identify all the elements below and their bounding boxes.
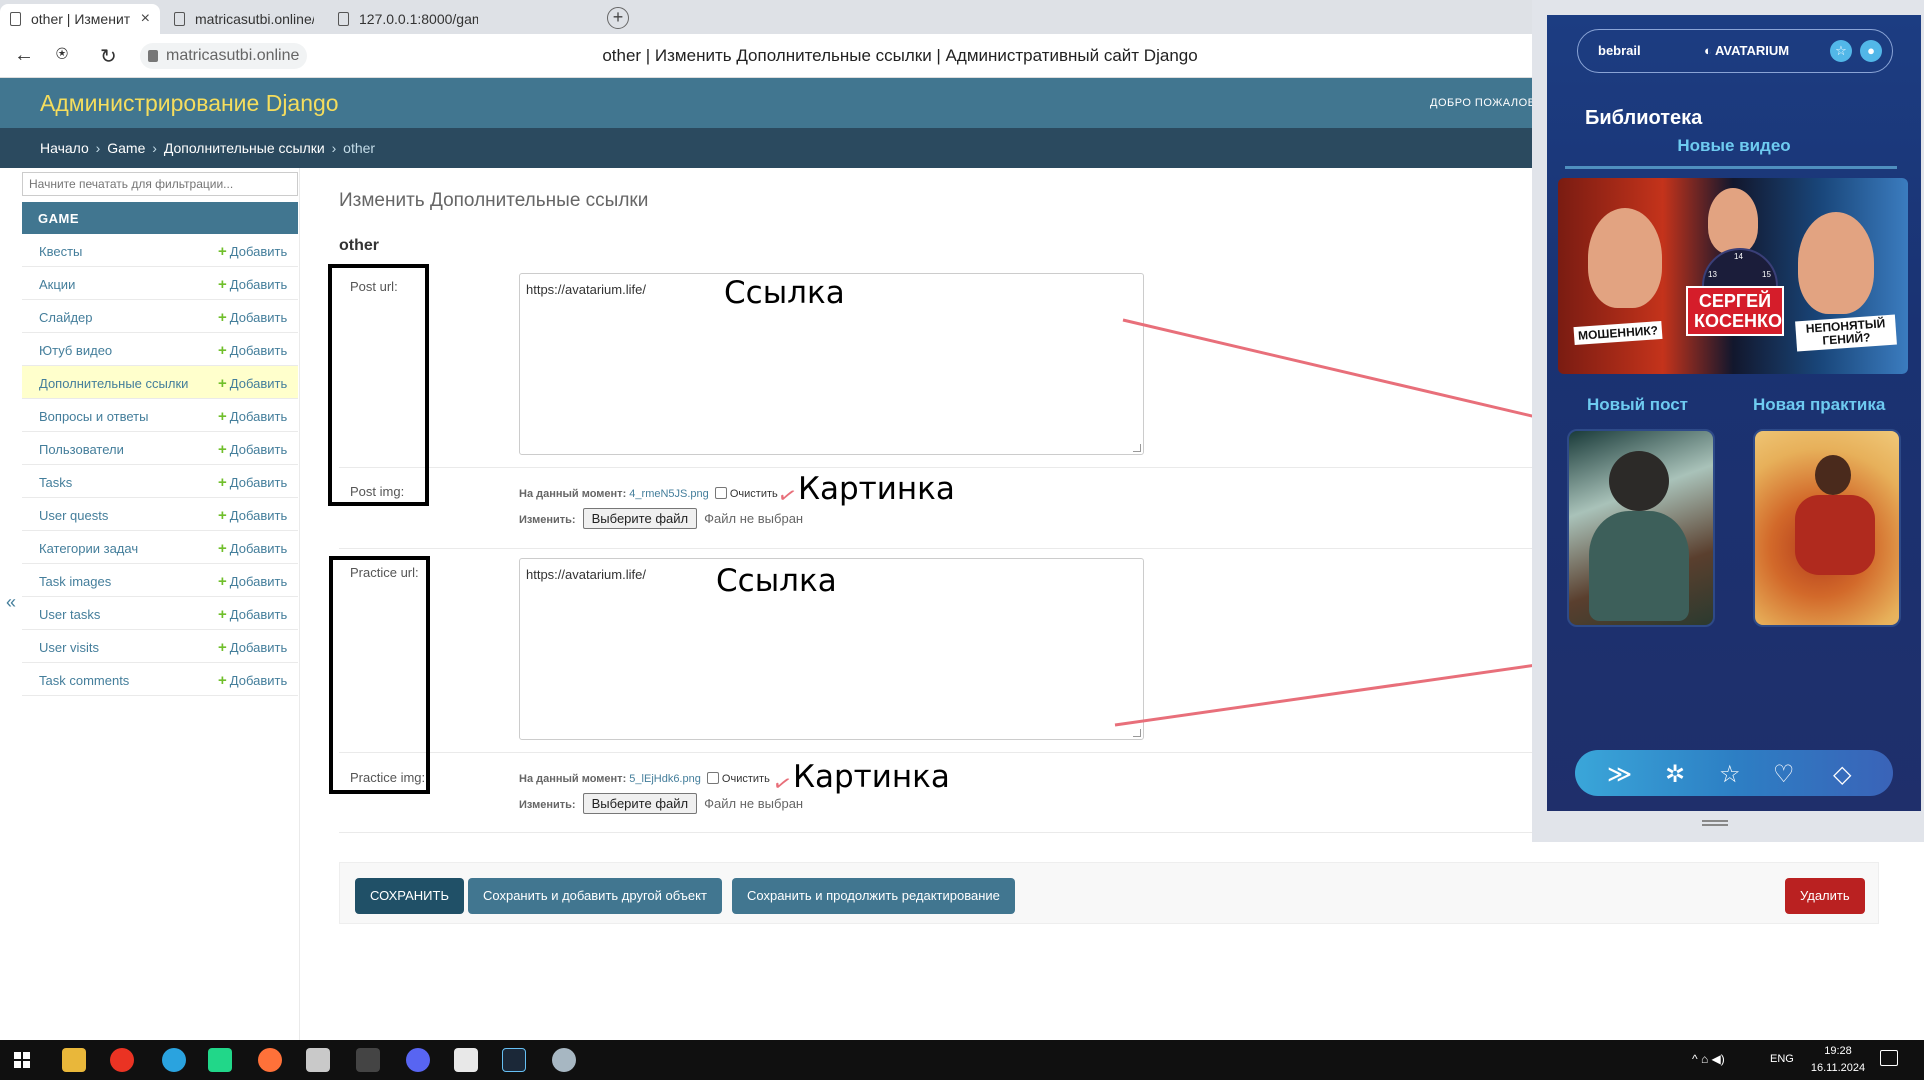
new-post-card-image[interactable] [1567, 429, 1715, 627]
package-icon[interactable] [306, 1048, 330, 1072]
app-username: bebrail [1598, 43, 1641, 58]
resize-grip-icon[interactable] [1702, 820, 1728, 826]
annotation-line-post [1122, 318, 1567, 426]
telegram-icon[interactable] [162, 1048, 186, 1072]
card-figure-body [1795, 495, 1875, 575]
nav-star-icon[interactable]: ☆ [1719, 760, 1741, 789]
yandex-browser-icon[interactable] [110, 1048, 134, 1072]
new-post-heading: Новый пост [1587, 395, 1689, 414]
delete-button[interactable]: Удалить [1785, 878, 1865, 914]
clock-date: 16.11.2024 [1810, 1062, 1866, 1074]
clock-time: 19:28 [1824, 1045, 1852, 1057]
nav-settings-icon[interactable]: ✲ [1665, 760, 1685, 789]
profile-icon[interactable]: ● [1860, 40, 1882, 62]
banner-wheel-number: 15 [1762, 270, 1771, 279]
app-brand: ◐ AVATARIUM [1704, 43, 1790, 58]
library-heading: Библиотека [1585, 107, 1703, 129]
windows-start-icon[interactable] [14, 1052, 30, 1068]
submit-row: СОХРАНИТЬ Сохранить и добавить другой об… [339, 862, 1879, 924]
banner-face [1588, 208, 1662, 308]
heading-underline [1565, 166, 1897, 169]
banner-wheel-number: 14 [1734, 252, 1743, 261]
save-button[interactable]: СОХРАНИТЬ [355, 878, 464, 914]
save-add-another-button[interactable]: Сохранить и добавить другой объект [468, 878, 722, 914]
window-app-icon[interactable] [454, 1048, 478, 1072]
banner-right-tag: НЕПОНЯТЫЙ ГЕНИЙ? [1795, 314, 1897, 352]
nav-heart-icon[interactable]: ♡ [1773, 760, 1795, 789]
paint-icon[interactable] [552, 1048, 576, 1072]
video-banner-image[interactable]: 13 14 15 МОШЕННИК? СЕРГЕЙ КОСЕНКО НЕПОНЯ… [1558, 178, 1908, 374]
language-indicator[interactable]: ENG [1770, 1053, 1794, 1065]
new-practice-card-image[interactable] [1753, 429, 1901, 627]
card-figure-head [1609, 451, 1669, 511]
app-top-bar: bebrail ◐ AVATARIUM ☆ ● [1577, 29, 1893, 73]
new-practice-heading: Новая практика [1753, 395, 1886, 414]
nav-layers-icon[interactable]: ≫ [1607, 760, 1632, 789]
banner-wheel-number: 13 [1708, 270, 1717, 279]
terminal-icon[interactable] [356, 1048, 380, 1072]
star-icon[interactable]: ☆ [1830, 40, 1852, 62]
card-figure-body [1589, 511, 1689, 621]
explorer-icon[interactable] [62, 1048, 86, 1072]
banner-face [1798, 212, 1874, 314]
notifications-icon[interactable] [1880, 1050, 1898, 1066]
pycharm-icon[interactable] [208, 1048, 232, 1072]
clock[interactable]: 19:28 16.11.2024 [1803, 1043, 1873, 1077]
banner-title: СЕРГЕЙ КОСЕНКО [1686, 286, 1784, 336]
nav-diamond-icon[interactable]: ◇ [1833, 760, 1851, 789]
banner-left-tag: МОШЕННИК? [1573, 320, 1663, 346]
mobile-app-preview: bebrail ◐ AVATARIUM ☆ ● Библиотека Новые… [1547, 15, 1921, 811]
steam-icon[interactable] [502, 1048, 526, 1072]
app-bottom-nav: ≫ ✲ ☆ ♡ ◇ [1575, 750, 1893, 796]
firefox-icon[interactable] [258, 1048, 282, 1072]
new-video-heading: Новые видео [1677, 136, 1791, 155]
taskbar: ^ ⌂ ◀) ENG 19:28 16.11.2024 [0, 1040, 1924, 1080]
card-figure-head [1815, 455, 1851, 495]
banner-face [1708, 188, 1758, 254]
save-continue-button[interactable]: Сохранить и продолжить редактирование [732, 878, 1015, 914]
discord-icon[interactable] [406, 1048, 430, 1072]
system-tray-icons[interactable]: ^ ⌂ ◀) [1692, 1052, 1725, 1066]
